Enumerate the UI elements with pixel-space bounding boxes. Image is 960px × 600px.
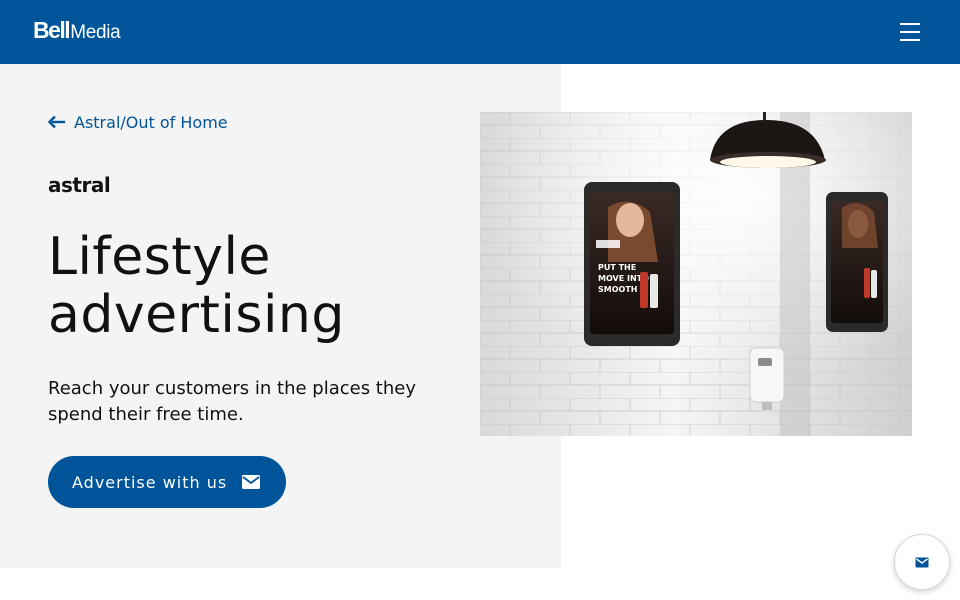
- arrow-left-icon: [48, 115, 65, 129]
- ad-text-line-1: PUT THE: [598, 263, 636, 272]
- menu-bar: [900, 39, 920, 41]
- hero-subtitle: Reach your customers in the places they …: [48, 378, 416, 425]
- page-title: Lifestyle advertising: [48, 228, 468, 344]
- bell-media-logo[interactable]: Bell Media: [33, 17, 121, 47]
- title-line-2: advertising: [48, 285, 345, 345]
- back-link-label: Astral/Out of Home: [74, 112, 228, 132]
- ad-text-line-3: SMOOTH: [598, 285, 637, 294]
- astral-brand-logo: astral: [48, 173, 111, 197]
- contact-us-floating-button[interactable]: [894, 534, 950, 590]
- advertise-with-us-button[interactable]: Advertise with us: [48, 456, 286, 508]
- hamburger-menu-icon[interactable]: [896, 20, 924, 44]
- menu-bar: [900, 23, 920, 25]
- hero-image-restroom-ad: PUT THE MOVE INTO SMOOTH: [480, 112, 912, 436]
- restroom-ad-illustration: PUT THE MOVE INTO SMOOTH: [480, 112, 912, 436]
- mail-icon: [242, 475, 261, 489]
- mail-icon: [915, 557, 929, 567]
- logo-bell-text: Bell: [33, 17, 71, 43]
- cta-label: Advertise with us: [72, 472, 228, 492]
- title-line-1: Lifestyle: [48, 227, 271, 287]
- logo-media-text: Media: [70, 22, 121, 43]
- top-navigation-bar: Bell Media: [0, 0, 960, 64]
- back-link-astral-out-of-home[interactable]: Astral/Out of Home: [48, 110, 228, 134]
- menu-bar: [900, 31, 920, 33]
